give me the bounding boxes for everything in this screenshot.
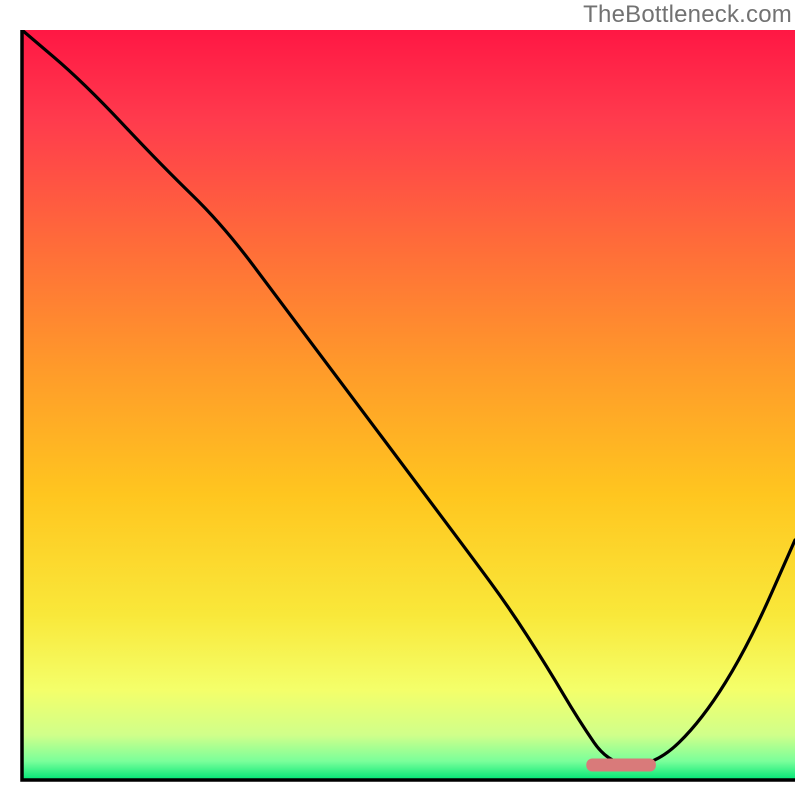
optimal-range-marker	[586, 759, 656, 772]
plot-background	[22, 30, 795, 780]
bottleneck-chart	[0, 0, 800, 800]
chart-container: TheBottleneck.com	[0, 0, 800, 800]
watermark-text: TheBottleneck.com	[583, 1, 792, 29]
